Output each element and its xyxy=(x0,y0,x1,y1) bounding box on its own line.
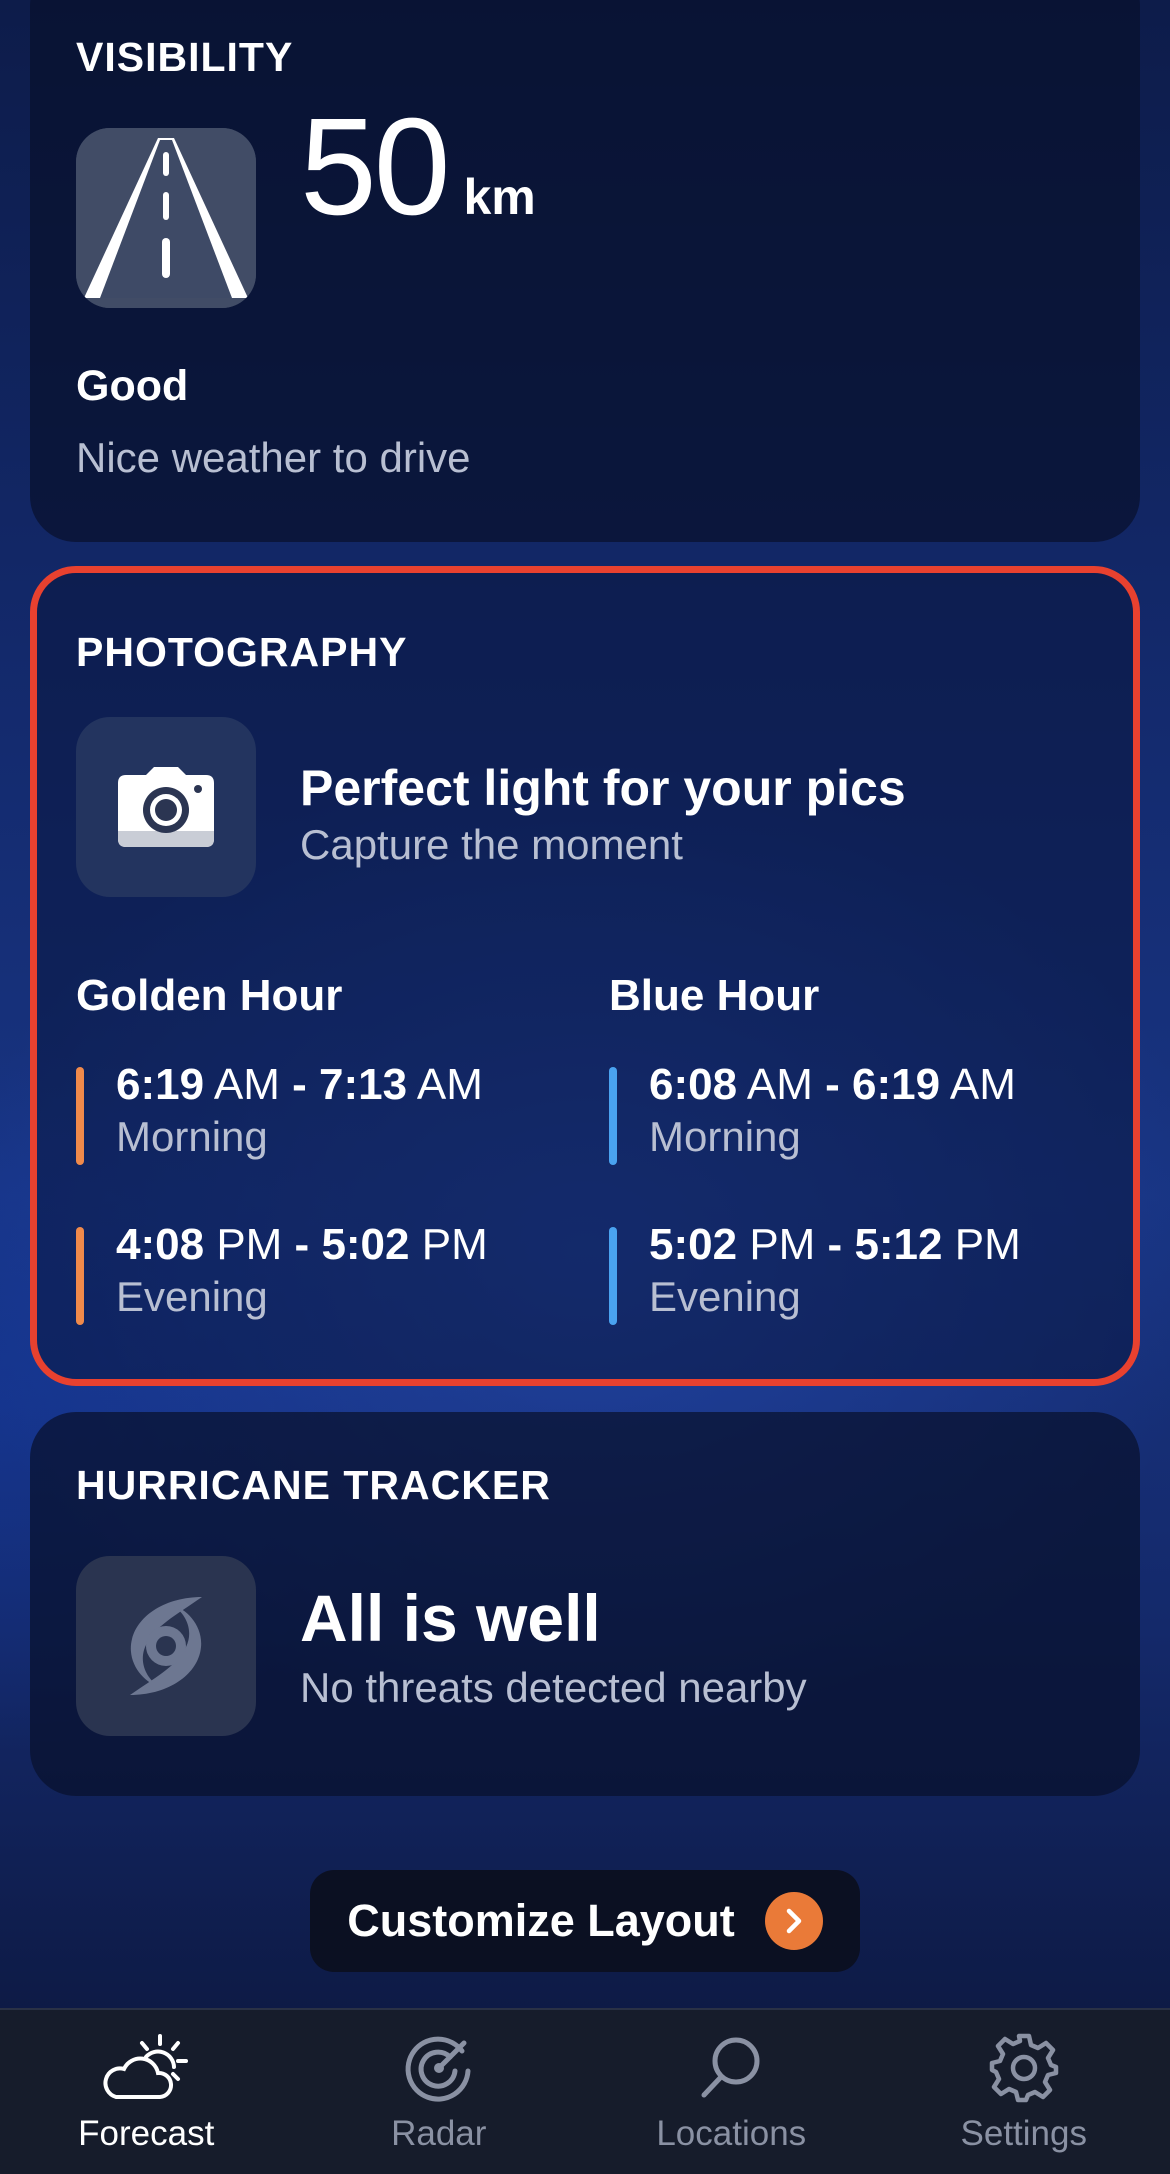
slot-time: 5:02 PM - 5:12 PM xyxy=(649,1220,1021,1269)
slot-label: Evening xyxy=(649,1273,801,1320)
tab-label: Radar xyxy=(391,2114,487,2153)
golden-accent-bar xyxy=(76,1227,84,1325)
hurricane-headline: All is well xyxy=(300,1581,601,1655)
hurricane-card[interactable]: HURRICANE TRACKER All is well No threats… xyxy=(30,1412,1140,1796)
photography-subline: Capture the moment xyxy=(300,821,683,868)
slot-time: 6:08 AM - 6:19 AM xyxy=(649,1060,1016,1109)
tab-locations[interactable]: Locations xyxy=(585,2010,878,2174)
blue-hour-slot: 6:08 AM - 6:19 AM Morning xyxy=(609,1061,1021,1165)
radar-icon xyxy=(404,2028,474,2108)
slot-label: Morning xyxy=(649,1113,801,1160)
golden-hour-slot: 4:08 PM - 5:02 PM Evening xyxy=(76,1221,488,1325)
tab-label: Forecast xyxy=(78,2114,215,2153)
gear-icon xyxy=(988,2028,1060,2108)
golden-accent-bar xyxy=(76,1067,84,1165)
search-icon xyxy=(696,2028,766,2108)
tab-radar[interactable]: Radar xyxy=(293,2010,586,2174)
hurricane-title: HURRICANE TRACKER xyxy=(76,1462,551,1508)
tab-forecast[interactable]: Forecast xyxy=(0,2010,293,2174)
tab-label: Locations xyxy=(656,2114,807,2153)
visibility-number: 50 xyxy=(300,90,450,244)
blue-hour-title: Blue Hour xyxy=(609,971,820,1020)
slot-label: Evening xyxy=(116,1273,268,1320)
customize-layout-label: Customize Layout xyxy=(347,1895,735,1946)
slot-label: Morning xyxy=(116,1113,268,1160)
customize-layout-button[interactable]: Customize Layout xyxy=(310,1870,860,1972)
visibility-unit: km xyxy=(463,169,536,225)
hurricane-subline: No threats detected nearby xyxy=(300,1664,807,1711)
golden-hour-column: Golden Hour 6:19 AM - 7:13 AM Morning 4:… xyxy=(76,971,488,1381)
tab-bar: Forecast Radar Locations Settings xyxy=(0,2008,1170,2174)
golden-hour-title: Golden Hour xyxy=(76,971,343,1020)
visibility-value: 50 km xyxy=(300,98,536,236)
golden-hour-slot: 6:19 AM - 7:13 AM Morning xyxy=(76,1061,488,1165)
slot-time: 6:19 AM - 7:13 AM xyxy=(116,1060,483,1109)
photography-headline: Perfect light for your pics xyxy=(300,760,906,816)
visibility-description: Nice weather to drive xyxy=(76,434,471,481)
photography-title: PHOTOGRAPHY xyxy=(76,629,408,675)
blue-accent-bar xyxy=(609,1227,617,1325)
photography-card[interactable]: PHOTOGRAPHY Perfect light for your pics … xyxy=(30,566,1140,1386)
partly-cloudy-icon xyxy=(98,2028,194,2108)
road-icon xyxy=(76,128,256,308)
visibility-card[interactable]: VISIBILITY 50 km Good Nice weather to dr… xyxy=(30,0,1140,542)
blue-accent-bar xyxy=(609,1067,617,1165)
camera-icon xyxy=(76,717,256,897)
slot-time: 4:08 PM - 5:02 PM xyxy=(116,1220,488,1269)
tab-settings[interactable]: Settings xyxy=(878,2010,1170,2174)
blue-hour-slot: 5:02 PM - 5:12 PM Evening xyxy=(609,1221,1021,1325)
chevron-right-icon xyxy=(764,1892,823,1950)
hurricane-icon xyxy=(76,1556,256,1736)
visibility-status: Good xyxy=(76,362,189,410)
tab-label: Settings xyxy=(960,2114,1087,2153)
visibility-title: VISIBILITY xyxy=(76,34,294,80)
blue-hour-column: Blue Hour 6:08 AM - 6:19 AM Morning 5:02… xyxy=(609,971,1021,1381)
